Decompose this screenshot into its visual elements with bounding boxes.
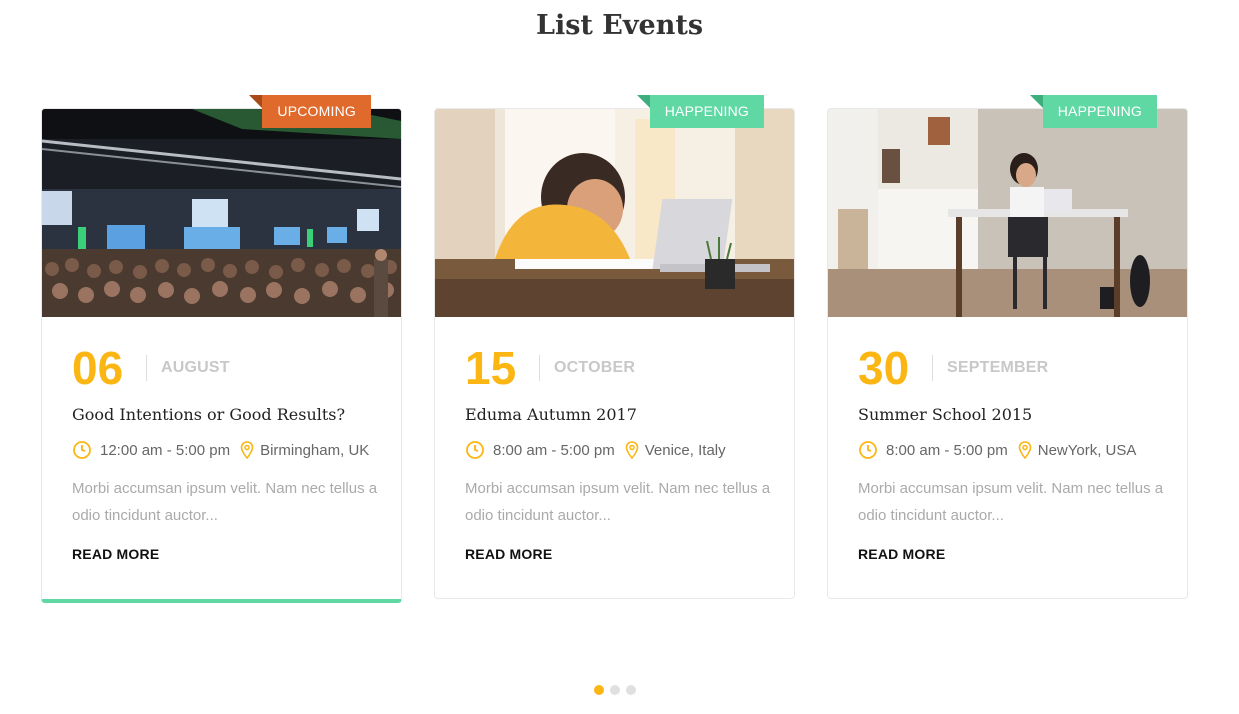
event-title[interactable]: Eduma Autumn 2017 — [465, 405, 637, 424]
map-pin-icon — [625, 441, 639, 459]
event-card[interactable]: HAPPENING 30 SEPTEMBER Summer School 201… — [827, 95, 1188, 599]
event-date: 06 AUGUST — [72, 343, 230, 393]
event-day: 15 — [465, 342, 517, 394]
event-time: 12:00 am - 5:00 pm — [100, 441, 231, 459]
clock-icon — [72, 440, 92, 460]
event-status-badge: HAPPENING — [1029, 95, 1157, 128]
read-more-link[interactable]: READ MORE — [72, 546, 159, 562]
date-divider — [539, 355, 540, 381]
date-divider — [146, 355, 147, 381]
map-pin-icon — [1018, 441, 1032, 459]
event-date: 15 OCTOBER — [465, 343, 635, 393]
event-date: 30 SEPTEMBER — [858, 343, 1048, 393]
event-status-badge: UPCOMING — [249, 95, 371, 128]
map-pin-icon — [240, 441, 254, 459]
carousel-dot-1[interactable] — [594, 685, 604, 695]
event-title[interactable]: Good Intentions or Good Results? — [72, 405, 345, 424]
event-month: SEPTEMBER — [947, 359, 1049, 376]
section-title: List Events — [535, 10, 704, 41]
event-title[interactable]: Summer School 2015 — [858, 405, 1032, 424]
carousel-dot-3[interactable] — [626, 685, 636, 695]
event-image-student-writing[interactable] — [435, 109, 794, 317]
event-excerpt: Morbi accumsan ipsum velit. Nam nec tell… — [858, 480, 1164, 524]
event-time: 8:00 am - 5:00 pm — [886, 441, 1008, 459]
event-image-home-office[interactable] — [828, 109, 1187, 317]
carousel-pagination — [594, 685, 642, 695]
event-excerpt: Morbi accumsan ipsum velit. Nam nec tell… — [465, 480, 771, 524]
event-day: 06 — [72, 342, 124, 394]
event-day: 30 — [858, 342, 910, 394]
event-card[interactable]: HAPPENING 15 OCTOBER Eduma Autumn 2017 8… — [434, 95, 795, 599]
event-month: OCTOBER — [554, 359, 636, 376]
event-meta: 8:00 am - 5:00 pm Venice, Italy — [465, 440, 726, 460]
event-time: 8:00 am - 5:00 pm — [493, 441, 615, 459]
event-card[interactable]: UPCOMING 06 AUGUST Good Intentions or Go… — [41, 95, 402, 603]
event-excerpt: Morbi accumsan ipsum velit. Nam nec tell… — [72, 480, 378, 524]
event-status-badge: HAPPENING — [636, 95, 764, 128]
event-location: Birmingham, UK — [260, 441, 370, 459]
event-meta: 12:00 am - 5:00 pm Birmingham, UK — [72, 440, 369, 460]
carousel-dot-2[interactable] — [610, 685, 620, 695]
clock-icon — [465, 440, 485, 460]
event-meta: 8:00 am - 5:00 pm NewYork, USA — [858, 440, 1136, 460]
read-more-link[interactable]: READ MORE — [465, 546, 552, 562]
event-location: NewYork, USA — [1037, 441, 1137, 459]
clock-icon — [858, 440, 878, 460]
event-image-conference-hall[interactable] — [42, 109, 401, 317]
event-month: AUGUST — [161, 359, 230, 376]
date-divider — [932, 355, 933, 381]
event-location: Venice, Italy — [644, 441, 726, 459]
read-more-link[interactable]: READ MORE — [858, 546, 945, 562]
